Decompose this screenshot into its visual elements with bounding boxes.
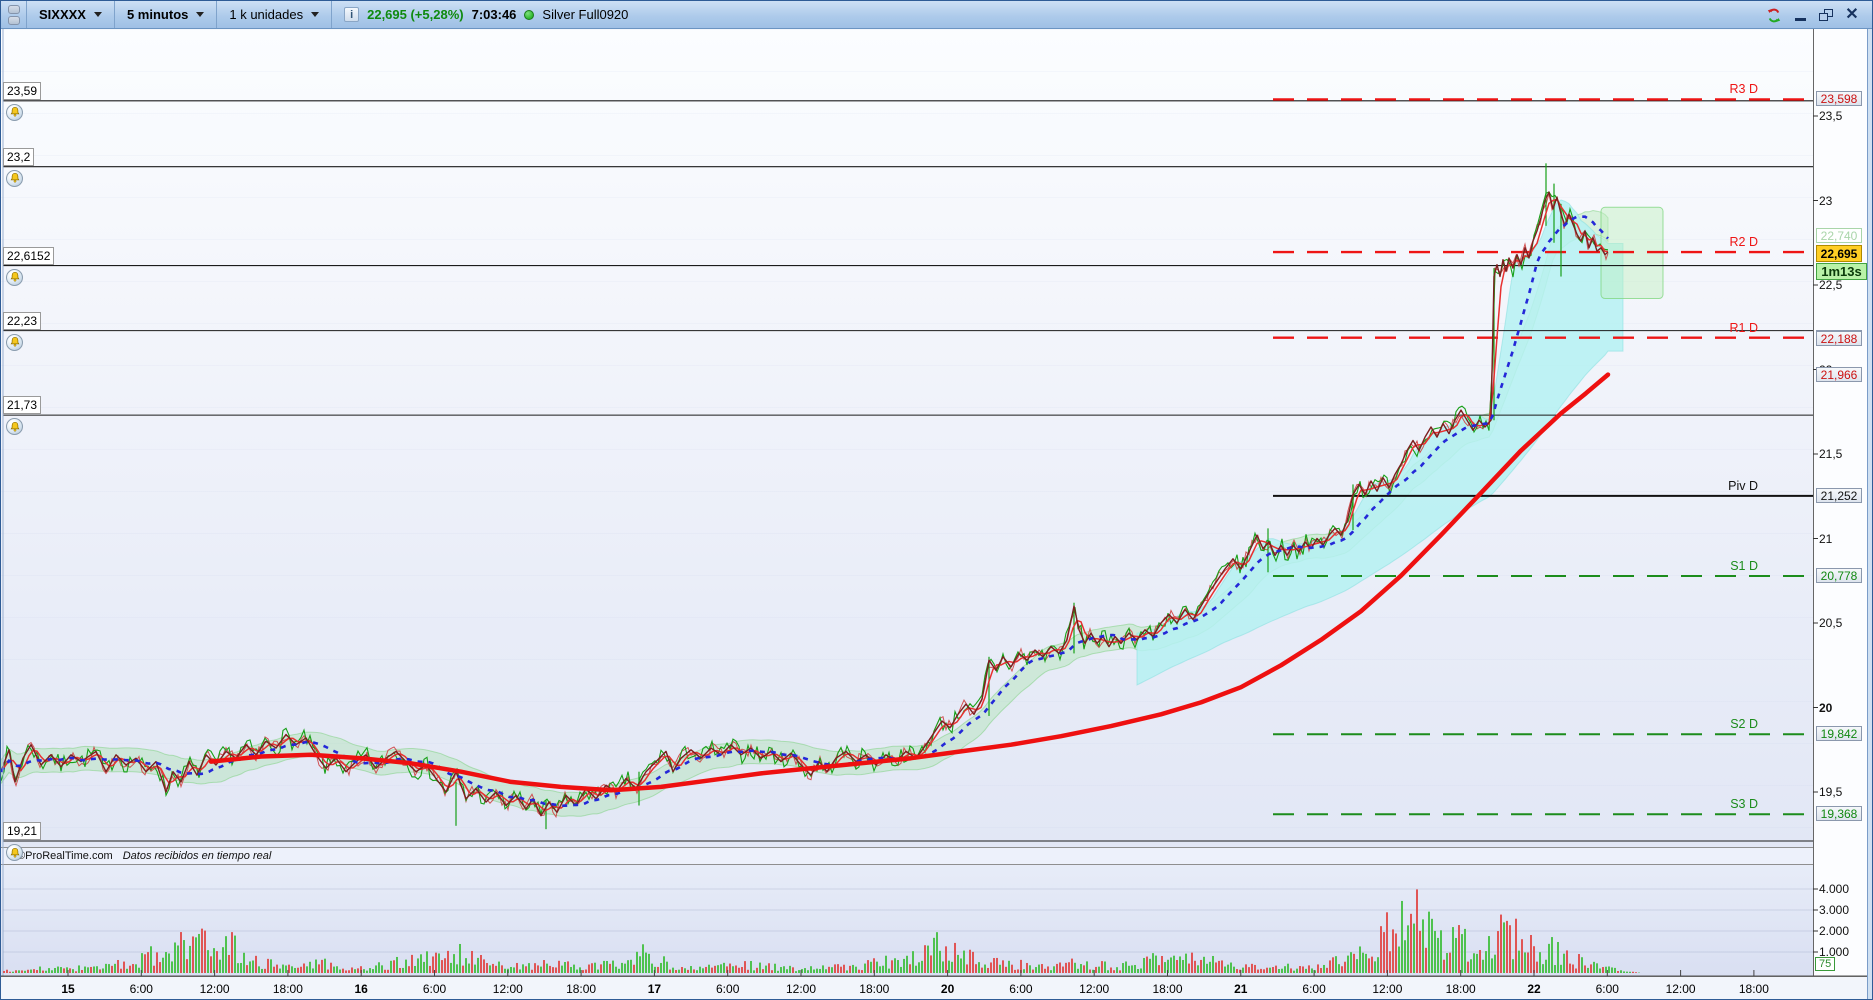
chevron-down-icon [311, 12, 320, 17]
link-icon-bottom [7, 15, 20, 25]
units-dropdown[interactable]: 1 k unidades [217, 1, 333, 28]
status-dot [524, 9, 535, 20]
alert-bell-button[interactable] [6, 844, 23, 861]
window-right-edge [1867, 29, 1872, 999]
alert-bell-button[interactable] [6, 268, 23, 286]
bell-icon [10, 271, 19, 282]
restore-button[interactable] [1818, 6, 1834, 24]
units-label: 1 k unidades [229, 7, 304, 22]
volume-pane[interactable] [1, 865, 1813, 976]
price-chart-pane[interactable] [1, 29, 1813, 847]
alert-bell-button[interactable] [6, 418, 23, 436]
instrument-name: Silver Full0920 [542, 7, 629, 22]
bell-icon [10, 421, 19, 432]
feed-status-bar: ©ProRealTime.com Datos recibidos en tiem… [1, 847, 1813, 865]
price-axis-column[interactable] [1813, 29, 1867, 976]
bell-icon [10, 847, 19, 858]
bell-icon [10, 337, 19, 347]
symbol-label: SIXXXX [39, 7, 86, 22]
link-windows-icon[interactable] [1, 1, 27, 28]
last-price-change: 22,695 (+5,28%) [367, 7, 464, 22]
feed-status-text: Datos recibidos en tiempo real [122, 850, 272, 862]
link-icon-top [7, 4, 20, 14]
alert-bell-button[interactable] [6, 333, 23, 351]
minimize-button[interactable] [1792, 6, 1808, 24]
timeframe-label: 5 minutos [126, 7, 189, 22]
trading-window: SIXXXX 5 minutos 1 k unidades i 22,695 (… [0, 0, 1873, 1000]
quote-time: 7:03:46 [471, 7, 517, 22]
time-axis-strip [1, 976, 1867, 999]
window-controls: ✕ [1766, 1, 1860, 29]
chevron-down-icon [93, 12, 102, 17]
timeframe-dropdown[interactable]: 5 minutos [115, 1, 218, 28]
symbol-dropdown[interactable]: SIXXXX [27, 1, 115, 28]
close-button[interactable]: ✕ [1844, 6, 1860, 24]
bell-icon [10, 107, 19, 117]
chevron-down-icon [196, 12, 205, 17]
copyright-text: ©ProRealTime.com [17, 850, 113, 862]
refresh-icon[interactable] [1766, 6, 1782, 24]
info-icon[interactable]: i [344, 7, 360, 22]
bell-icon [10, 173, 19, 183]
alert-bell-button[interactable] [6, 169, 23, 187]
quote-area: i 22,695 (+5,28%) 7:03:46 Silver Full092… [332, 1, 640, 28]
window-titlebar: SIXXXX 5 minutos 1 k unidades i 22,695 (… [1, 1, 1872, 29]
alert-bell-button[interactable] [6, 103, 23, 121]
